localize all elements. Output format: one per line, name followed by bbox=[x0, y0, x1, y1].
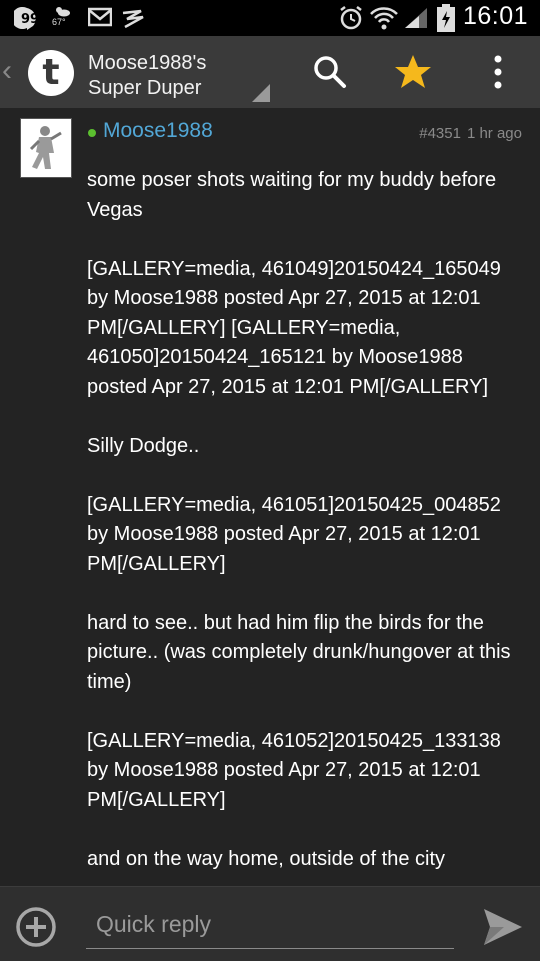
back-chevron-icon[interactable]: ‹ bbox=[2, 54, 12, 88]
clock: 16:01 bbox=[462, 2, 528, 30]
post-number: #4351 bbox=[419, 125, 461, 142]
status-bar: 99 67° 16:01 bbox=[0, 0, 540, 36]
temperature: 67° bbox=[52, 17, 66, 27]
post-paragraph: [GALLERY=media, 461052]20150425_133138 b… bbox=[87, 729, 501, 811]
post-time: 1 hr ago bbox=[466, 125, 522, 142]
app-logo-letter: t bbox=[42, 52, 60, 93]
post-paragraph: and on the way home, outside of the city bbox=[87, 847, 445, 870]
quick-reply-input[interactable] bbox=[86, 901, 454, 949]
thread-title-line1: Moose1988's bbox=[88, 52, 207, 74]
hangouts-icon: 99 bbox=[14, 7, 39, 30]
avatar-image bbox=[21, 119, 71, 177]
wifi-icon bbox=[370, 7, 398, 30]
signal-icon bbox=[405, 8, 427, 28]
avatar[interactable] bbox=[20, 118, 72, 178]
post-meta: #4351 1 hr ago bbox=[419, 125, 522, 142]
post-paragraph: [GALLERY=media, 461049]20150424_165049 b… bbox=[87, 257, 501, 398]
quick-reply-bar bbox=[0, 886, 540, 961]
thread-title-line2: Super Duper bbox=[88, 77, 202, 99]
post-paragraph: Silly Dodge.. bbox=[87, 434, 200, 457]
gmail-icon bbox=[88, 7, 112, 27]
app-logo[interactable]: t bbox=[28, 50, 74, 96]
post: Moose1988 #4351 1 hr ago some poser shots… bbox=[0, 108, 540, 886]
app-bar: ‹ t Moose1988's Super Duper bbox=[0, 36, 540, 108]
notification-icon bbox=[122, 9, 144, 29]
post-body: some poser shots waiting for my buddy be… bbox=[87, 166, 527, 886]
overflow-menu-icon[interactable] bbox=[478, 52, 518, 92]
online-status-dot bbox=[88, 129, 96, 137]
post-username[interactable]: Moose1988 bbox=[103, 119, 213, 143]
post-paragraph: some poser shots waiting for my buddy be… bbox=[87, 169, 497, 221]
dropdown-triangle-icon[interactable] bbox=[252, 84, 270, 102]
thread-title[interactable]: Moose1988's Super Duper bbox=[88, 51, 206, 101]
post-paragraph: hard to see.. but had him flip the birds… bbox=[87, 611, 511, 693]
post-paragraph: [GALLERY=media, 461051]20150425_004852 b… bbox=[87, 493, 501, 575]
send-icon[interactable] bbox=[482, 907, 524, 947]
search-icon[interactable] bbox=[310, 52, 350, 92]
star-icon[interactable] bbox=[393, 52, 433, 92]
alarm-icon bbox=[340, 6, 362, 30]
add-icon[interactable] bbox=[14, 905, 58, 949]
svg-text:99: 99 bbox=[21, 12, 39, 27]
weather-icon bbox=[56, 7, 70, 17]
battery-icon bbox=[437, 4, 455, 32]
